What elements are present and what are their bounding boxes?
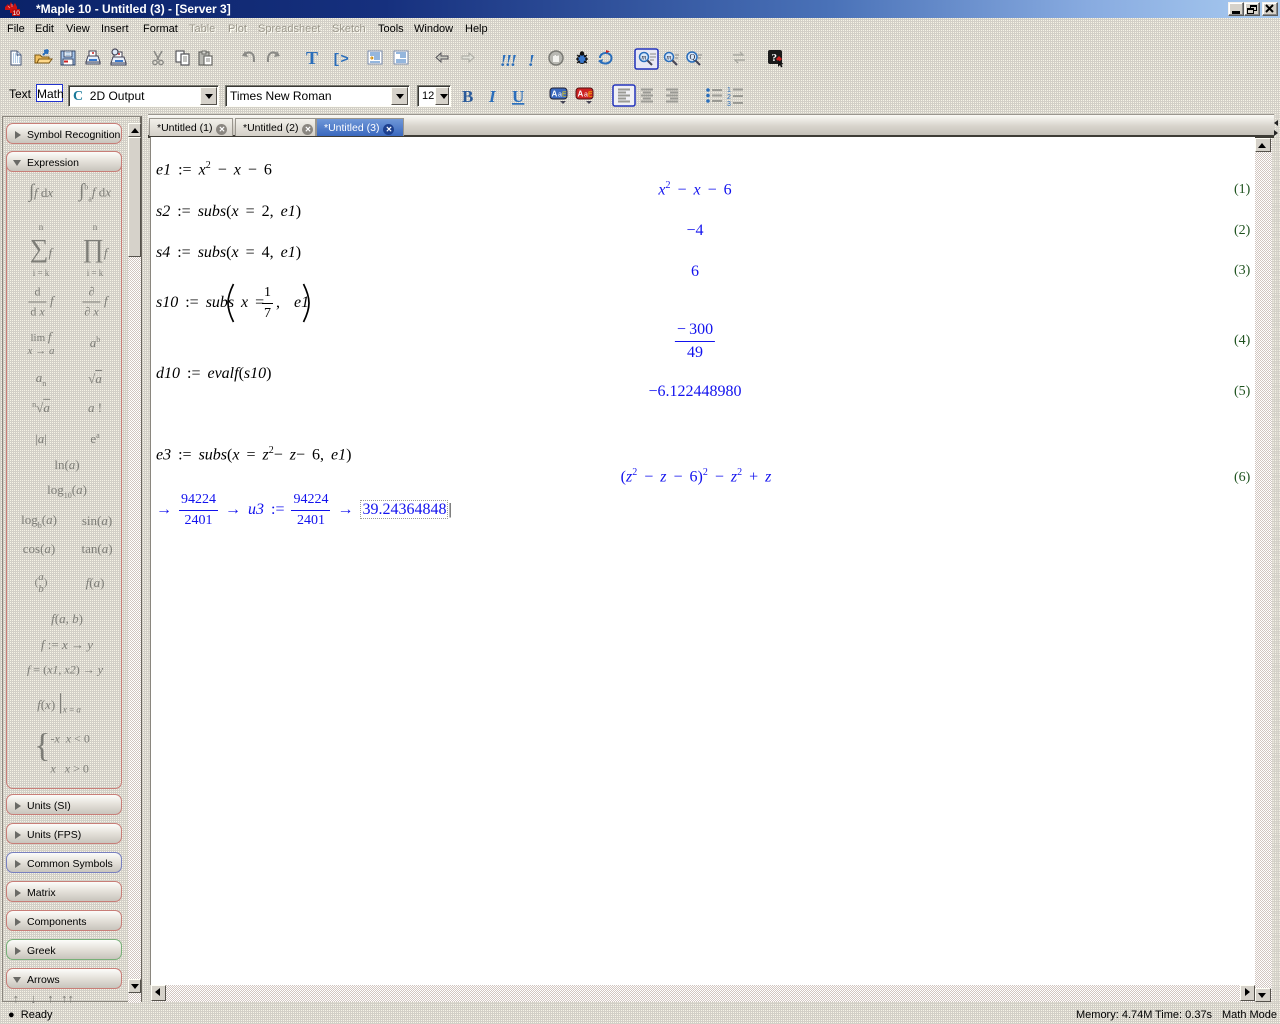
svg-text:m: m xyxy=(666,54,671,62)
svg-text:[>: [> xyxy=(332,52,349,68)
svg-text:!: ! xyxy=(528,51,535,70)
svg-text:A: A xyxy=(552,90,558,99)
svg-text:!!!: !!! xyxy=(500,51,516,70)
svg-text:10: 10 xyxy=(13,10,21,16)
svg-text:E: E xyxy=(588,92,593,99)
svg-text:I: I xyxy=(488,87,497,106)
svg-text:Q: Q xyxy=(690,53,696,62)
svg-text:3: 3 xyxy=(727,101,731,108)
svg-text:B: B xyxy=(462,87,473,106)
svg-text:U: U xyxy=(512,87,524,106)
svg-text:A: A xyxy=(578,90,584,99)
svg-text:T: T xyxy=(306,48,318,68)
svg-text:E: E xyxy=(562,92,567,99)
svg-text:1: 1 xyxy=(727,87,731,94)
svg-text:2: 2 xyxy=(727,94,731,101)
svg-text:?: ? xyxy=(772,52,778,64)
svg-text:m: m xyxy=(641,54,646,62)
